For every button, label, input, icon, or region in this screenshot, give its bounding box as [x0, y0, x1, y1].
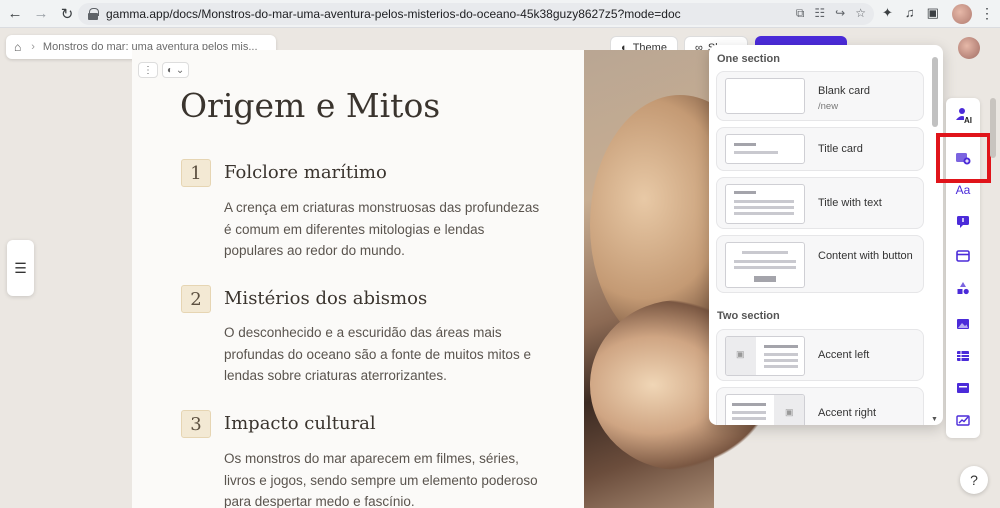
- template-content-with-button[interactable]: Content with button: [716, 235, 924, 293]
- card-title[interactable]: Origem e Mitos: [180, 86, 440, 125]
- url-text: gamma.app/docs/Monstros-do-mar-uma-avent…: [106, 7, 681, 21]
- template-accent-left[interactable]: ▣ Accent left: [716, 329, 924, 381]
- scrollbar-thumb[interactable]: [932, 57, 938, 127]
- panel-scrollbar[interactable]: ▼: [930, 55, 940, 425]
- template-label: Title card: [818, 143, 863, 155]
- template-label: Accent left: [818, 349, 870, 361]
- template-thumbnail: [725, 184, 805, 224]
- menu-icon: ☰: [14, 259, 27, 276]
- template-thumbnail: [725, 78, 805, 114]
- table-icon[interactable]: [955, 348, 971, 364]
- highlight-annotation: [936, 133, 991, 183]
- extensions-icon[interactable]: ✦: [882, 5, 893, 21]
- template-label: Content with button: [818, 250, 913, 262]
- chart-icon[interactable]: [955, 412, 971, 428]
- forward-icon[interactable]: →: [30, 3, 52, 25]
- layout-icon[interactable]: [955, 248, 971, 264]
- item-title[interactable]: Impacto cultural: [224, 413, 376, 434]
- template-title-with-text[interactable]: Title with text: [716, 177, 924, 229]
- media-control-icon[interactable]: ♫: [905, 5, 915, 21]
- template-thumbnail: [725, 134, 805, 164]
- item-number-badge: 3: [181, 410, 211, 438]
- item-number-badge: 2: [181, 285, 211, 313]
- template-label: Accent right: [818, 407, 877, 419]
- side-panel-icon[interactable]: ▣: [927, 5, 939, 21]
- card-style-button[interactable]: ◐ ⌄: [162, 62, 190, 78]
- help-button[interactable]: ?: [960, 466, 988, 494]
- shapes-icon[interactable]: [955, 280, 971, 296]
- table-of-contents-button[interactable]: ☰: [7, 240, 34, 296]
- bookmark-star-icon[interactable]: ☆: [855, 6, 866, 21]
- item-text[interactable]: Os monstros do mar aparecem em filmes, s…: [224, 448, 544, 508]
- lock-icon: [88, 8, 99, 20]
- template-blank-card[interactable]: Blank card /new: [716, 71, 924, 121]
- template-shortcut: /new: [818, 101, 839, 112]
- section-label-two: Two section: [717, 310, 780, 322]
- item-number-badge: 1: [181, 159, 211, 187]
- item-text[interactable]: A crença em criaturas monstruosas das pr…: [224, 197, 544, 262]
- browser-profile-avatar[interactable]: [952, 4, 972, 24]
- page-scrollbar[interactable]: [990, 98, 996, 158]
- image-placeholder-icon: ▣: [726, 337, 756, 375]
- image-placeholder-icon: ▣: [774, 395, 804, 425]
- install-app-icon[interactable]: ⧉: [796, 6, 805, 21]
- template-accent-right[interactable]: ▣ Accent right: [716, 387, 924, 425]
- template-title-card[interactable]: Title card: [716, 127, 924, 171]
- back-icon[interactable]: ←: [4, 3, 26, 25]
- browser-menu-icon[interactable]: ⋮: [980, 5, 994, 22]
- callout-icon[interactable]: [955, 214, 971, 230]
- item-title[interactable]: Folclore marítimo: [224, 162, 387, 183]
- translate-icon[interactable]: ☷: [814, 6, 825, 21]
- share-icon[interactable]: ↪: [835, 6, 845, 21]
- embed-icon[interactable]: [955, 380, 971, 396]
- chevron-right-icon: ›: [31, 41, 35, 53]
- item-title[interactable]: Mistérios dos abismos: [224, 288, 427, 309]
- user-avatar[interactable]: [958, 37, 980, 59]
- template-label: Blank card: [818, 85, 870, 97]
- template-label: Title with text: [818, 197, 882, 209]
- card-drag-handle-icon[interactable]: ⋮: [138, 62, 158, 78]
- text-style-icon[interactable]: Aa: [955, 182, 971, 198]
- template-thumbnail: ▣: [725, 394, 805, 425]
- insert-card-panel: One section Blank card /new Title card T…: [709, 45, 943, 425]
- template-thumbnail: ▣: [725, 336, 805, 376]
- home-icon[interactable]: ⌂: [14, 40, 21, 54]
- section-label-one: One section: [717, 53, 780, 65]
- template-thumbnail: [725, 242, 805, 288]
- ai-badge: AI: [964, 116, 972, 125]
- image-icon[interactable]: [955, 316, 971, 332]
- scroll-down-arrow-icon[interactable]: ▼: [931, 416, 938, 423]
- reload-icon[interactable]: ↻: [56, 3, 78, 25]
- address-bar[interactable]: gamma.app/docs/Monstros-do-mar-uma-avent…: [78, 3, 874, 25]
- item-text[interactable]: O desconhecido e a escuridão das áreas m…: [224, 322, 544, 387]
